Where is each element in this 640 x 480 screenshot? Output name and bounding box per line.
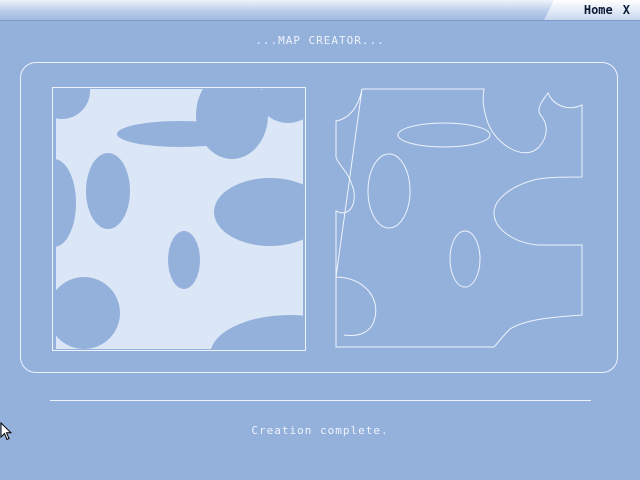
outline-hole bbox=[449, 230, 481, 288]
status-text: Creation complete. bbox=[251, 424, 389, 437]
map-hole bbox=[168, 231, 200, 289]
map-preview bbox=[52, 87, 306, 351]
home-tab: Home X bbox=[544, 0, 640, 20]
page-title: ...MAP CREATOR... bbox=[255, 34, 385, 47]
map-outline-preview bbox=[335, 88, 583, 348]
map-hole bbox=[117, 121, 243, 147]
home-button[interactable]: Home bbox=[584, 3, 613, 17]
outline-boundary bbox=[335, 88, 583, 348]
divider-line bbox=[50, 400, 591, 401]
outline-hole bbox=[397, 122, 491, 148]
outline-hole bbox=[367, 153, 411, 229]
top-bar: Home X bbox=[0, 0, 640, 21]
close-button[interactable]: X bbox=[623, 3, 630, 17]
arrow-cursor-icon bbox=[0, 422, 12, 441]
map-hole bbox=[86, 153, 130, 229]
